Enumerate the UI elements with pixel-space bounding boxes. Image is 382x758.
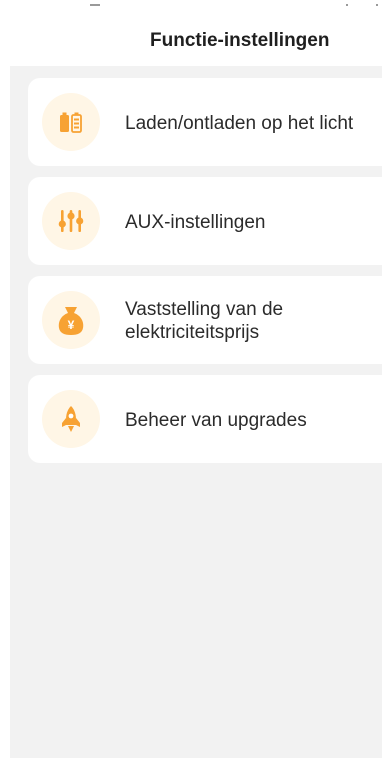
icon-badge bbox=[42, 390, 100, 448]
icon-badge bbox=[42, 192, 100, 250]
battery-charge-icon bbox=[60, 112, 82, 133]
sliders-icon bbox=[58, 210, 84, 232]
status-indicator bbox=[90, 4, 100, 6]
settings-list: Laden/ontladen op het licht AUX-instelli… bbox=[10, 66, 382, 758]
status-indicator bbox=[346, 4, 348, 6]
menu-item-aux-settings[interactable]: AUX-instellingen bbox=[28, 177, 382, 265]
screen: Functie-instellingen Laden/ontladen op h… bbox=[0, 0, 382, 758]
menu-item-label: AUX-instellingen bbox=[125, 212, 266, 233]
menu-item-upgrade-management[interactable]: Beheer van upgrades bbox=[28, 375, 382, 463]
menu-item-electricity-price[interactable]: ¥ Vaststelling van de elektriciteitsprij… bbox=[28, 276, 382, 364]
status-indicator bbox=[376, 4, 378, 6]
menu-item-label: Vaststelling van de elektriciteitsprijs bbox=[125, 299, 284, 343]
menu-item-label: Laden/ontladen op het licht bbox=[125, 113, 354, 134]
money-bag-icon: ¥ bbox=[58, 307, 84, 335]
menu-item-charge-discharge-light[interactable]: Laden/ontladen op het licht bbox=[28, 78, 382, 166]
header: Functie-instellingen bbox=[0, 14, 382, 66]
svg-text:¥: ¥ bbox=[68, 318, 75, 332]
status-bar bbox=[0, 0, 382, 14]
rocket-icon bbox=[62, 406, 80, 432]
icon-badge: ¥ bbox=[42, 291, 100, 349]
menu-item-label: Beheer van upgrades bbox=[125, 410, 307, 431]
icon-badge bbox=[42, 93, 100, 151]
page-title: Functie-instellingen bbox=[150, 30, 330, 51]
